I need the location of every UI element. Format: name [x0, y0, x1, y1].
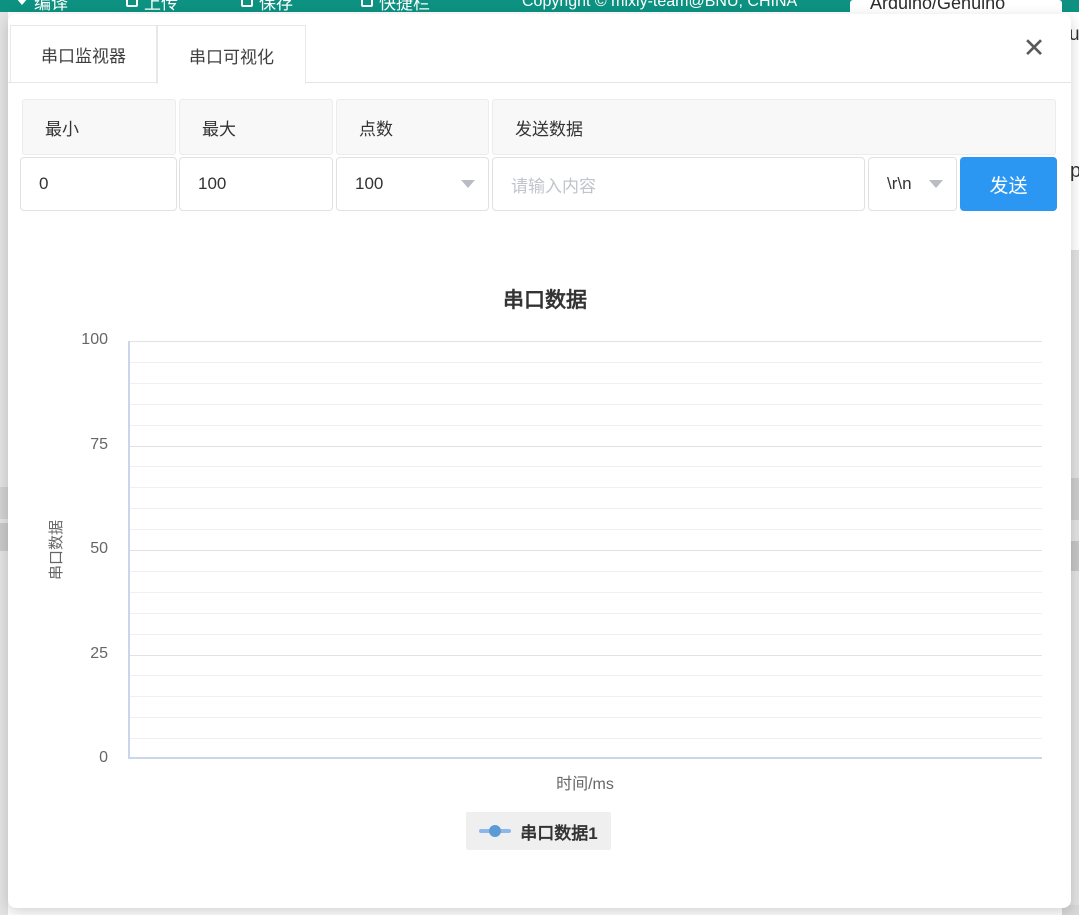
underlying-left-strip [0, 12, 8, 915]
copyright-text: Copyright © mixly-team@BNU, CHINA [522, 0, 797, 11]
line-ending-value: \r\n [887, 174, 912, 194]
gridline [130, 383, 1042, 384]
gridline [130, 738, 1042, 739]
x-axis-title: 时间/ms [485, 770, 685, 794]
line-ending-select[interactable]: \r\n [868, 157, 957, 211]
gridline [130, 404, 1042, 405]
tab-serial-visualization[interactable]: 串口可视化 [157, 25, 306, 84]
gridline [130, 529, 1042, 530]
gridline [130, 675, 1042, 676]
close-icon[interactable]: ✕ [1016, 30, 1052, 66]
gridline [130, 362, 1042, 363]
tab-label: 串口可视化 [189, 43, 274, 68]
occluded-text-fragment: p [1070, 160, 1079, 183]
gridline [130, 487, 1042, 488]
board-select-value: Arduino/Genuino [870, 0, 1005, 14]
gridline [130, 571, 1042, 572]
header-points: 点数 [336, 99, 489, 155]
screen: 编译 上传 保存 快捷栏 Copyright © mixly-team@BNU, CHI… [0, 0, 1079, 915]
y-axis-title: 串口数据 [45, 490, 65, 610]
gridline [130, 425, 1042, 426]
header-max: 最大 [179, 99, 333, 155]
send-data-input[interactable]: 请输入内容 [492, 157, 865, 211]
points-select-value: 100 [355, 174, 383, 194]
chevron-down-icon [929, 180, 943, 188]
gridline [130, 466, 1042, 467]
toolbar-item[interactable]: 上传 [126, 0, 178, 12]
max-input[interactable]: 100 [179, 157, 333, 211]
toolbar-item[interactable]: 编译 [16, 0, 68, 12]
gridline [130, 655, 1042, 656]
gridline [130, 696, 1042, 697]
upload-icon [126, 0, 138, 7]
chart-title: 串口数据 [8, 284, 1079, 314]
gridline [130, 717, 1042, 718]
points-select[interactable]: 100 [336, 157, 489, 211]
caret-down-icon [16, 0, 28, 5]
gridline [130, 634, 1042, 635]
chevron-down-icon [461, 180, 475, 188]
toolbar-item[interactable]: 保存 [241, 0, 293, 12]
y-tick-label: 25 [48, 645, 108, 663]
y-tick-label: 75 [48, 436, 108, 454]
toolbar-item[interactable]: 快捷栏 [361, 0, 430, 12]
gridline [130, 592, 1042, 593]
gridline [130, 508, 1042, 509]
plot-area [128, 341, 1042, 759]
gridline [130, 550, 1042, 551]
tab-label: 串口监视器 [41, 42, 126, 67]
underlying-left-band [0, 523, 8, 551]
send-data-placeholder: 请输入内容 [511, 172, 596, 197]
toolbar-item-label: 上传 [144, 0, 178, 12]
line-series-marker-icon [479, 829, 511, 833]
send-button[interactable]: 发送 [960, 157, 1057, 211]
toolbar-item-label: 快捷栏 [379, 0, 430, 12]
toolbar-item-label: 编译 [34, 0, 68, 12]
legend-label: 串口数据1 [520, 819, 597, 844]
gridline [130, 446, 1042, 447]
legend-item-series1[interactable]: 串口数据1 [466, 812, 611, 850]
gridline [130, 613, 1042, 614]
underlying-left-band [0, 487, 8, 519]
panel-icon [361, 0, 373, 7]
serial-visualization-dialog: 串口监视器 串口可视化 ✕ 最小 最大 点数 发送数据 0 100 100 请输… [8, 14, 1071, 908]
y-tick-label: 100 [48, 331, 108, 349]
min-input[interactable]: 0 [20, 157, 177, 211]
header-send-data: 发送数据 [492, 99, 1056, 155]
toolbar-item-label: 保存 [259, 0, 293, 12]
header-min: 最小 [22, 99, 176, 155]
save-icon [241, 0, 253, 7]
y-tick-label: 0 [48, 749, 108, 767]
line-series-dot-icon [489, 825, 501, 837]
gridline [130, 341, 1042, 342]
tab-serial-monitor[interactable]: 串口监视器 [10, 25, 157, 83]
